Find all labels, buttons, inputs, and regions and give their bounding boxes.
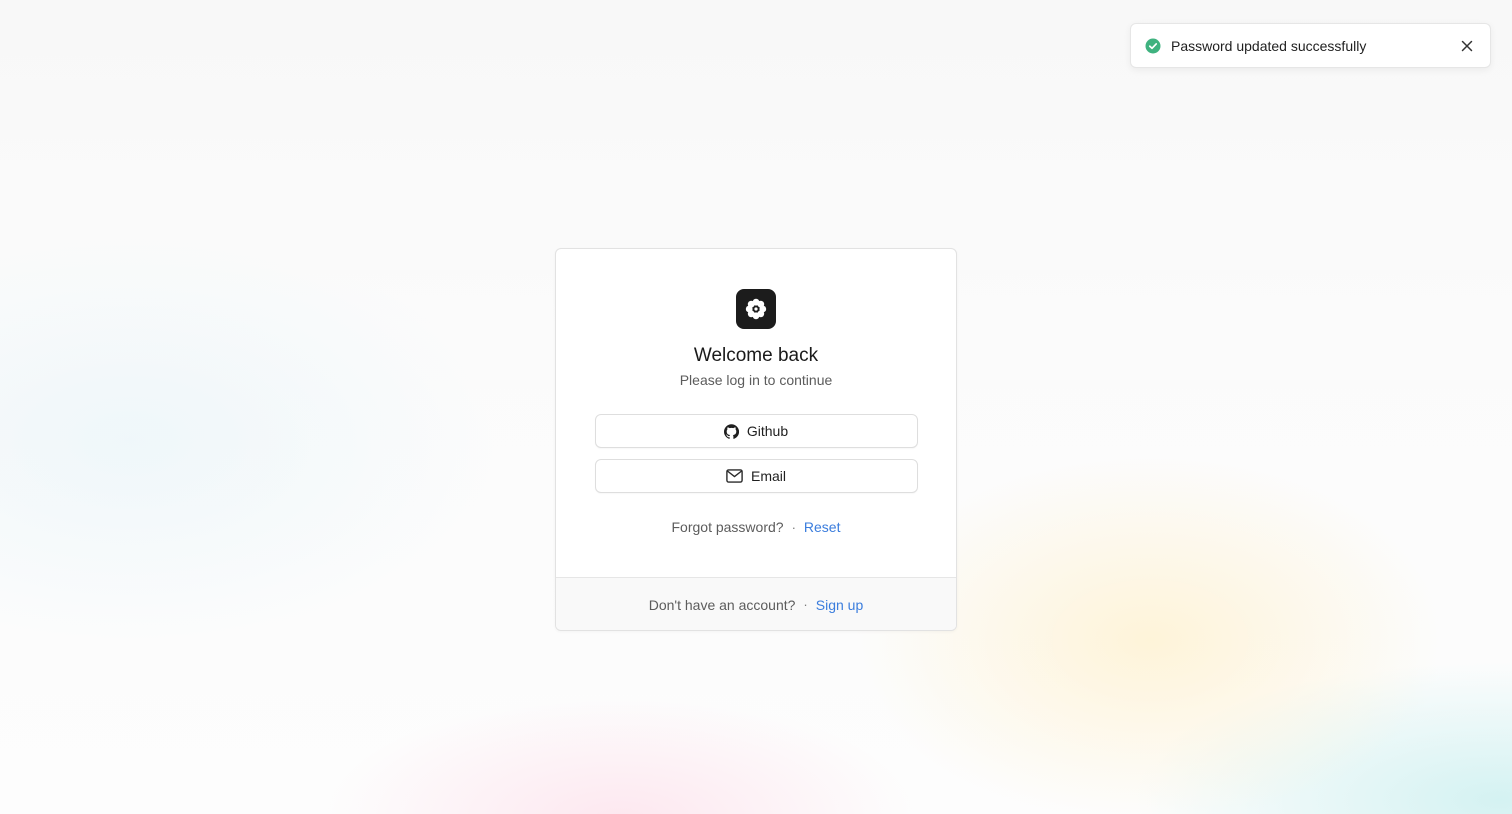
login-card-body: Welcome back Please log in to continue G… bbox=[556, 249, 956, 577]
login-card: Welcome back Please log in to continue G… bbox=[555, 248, 957, 631]
flower-logo-icon bbox=[736, 289, 776, 329]
sign-up-link[interactable]: Sign up bbox=[816, 597, 863, 613]
separator-dot: · bbox=[791, 519, 796, 535]
separator-dot: · bbox=[803, 597, 808, 612]
reset-password-link[interactable]: Reset bbox=[804, 519, 841, 535]
login-card-footer: Don't have an account? · Sign up bbox=[556, 577, 956, 630]
github-icon bbox=[723, 423, 739, 439]
email-login-button[interactable]: Email bbox=[594, 459, 918, 493]
forgot-password-row: Forgot password? · Reset bbox=[672, 519, 841, 535]
no-account-text: Don't have an account? bbox=[648, 596, 796, 613]
mail-icon bbox=[726, 469, 743, 483]
page-subtitle: Please log in to continue bbox=[679, 372, 833, 388]
toast-message: Password updated successfully bbox=[1171, 37, 1367, 54]
email-button-label: Email bbox=[750, 468, 786, 484]
close-icon[interactable] bbox=[1456, 35, 1478, 57]
page-title: Welcome back bbox=[693, 345, 819, 366]
forgot-password-text: Forgot password? bbox=[671, 519, 784, 535]
check-circle-icon bbox=[1145, 38, 1161, 54]
github-login-button[interactable]: Github bbox=[594, 414, 918, 448]
toast-notification: Password updated successfully bbox=[1130, 23, 1491, 68]
github-button-label: Github bbox=[746, 423, 789, 439]
